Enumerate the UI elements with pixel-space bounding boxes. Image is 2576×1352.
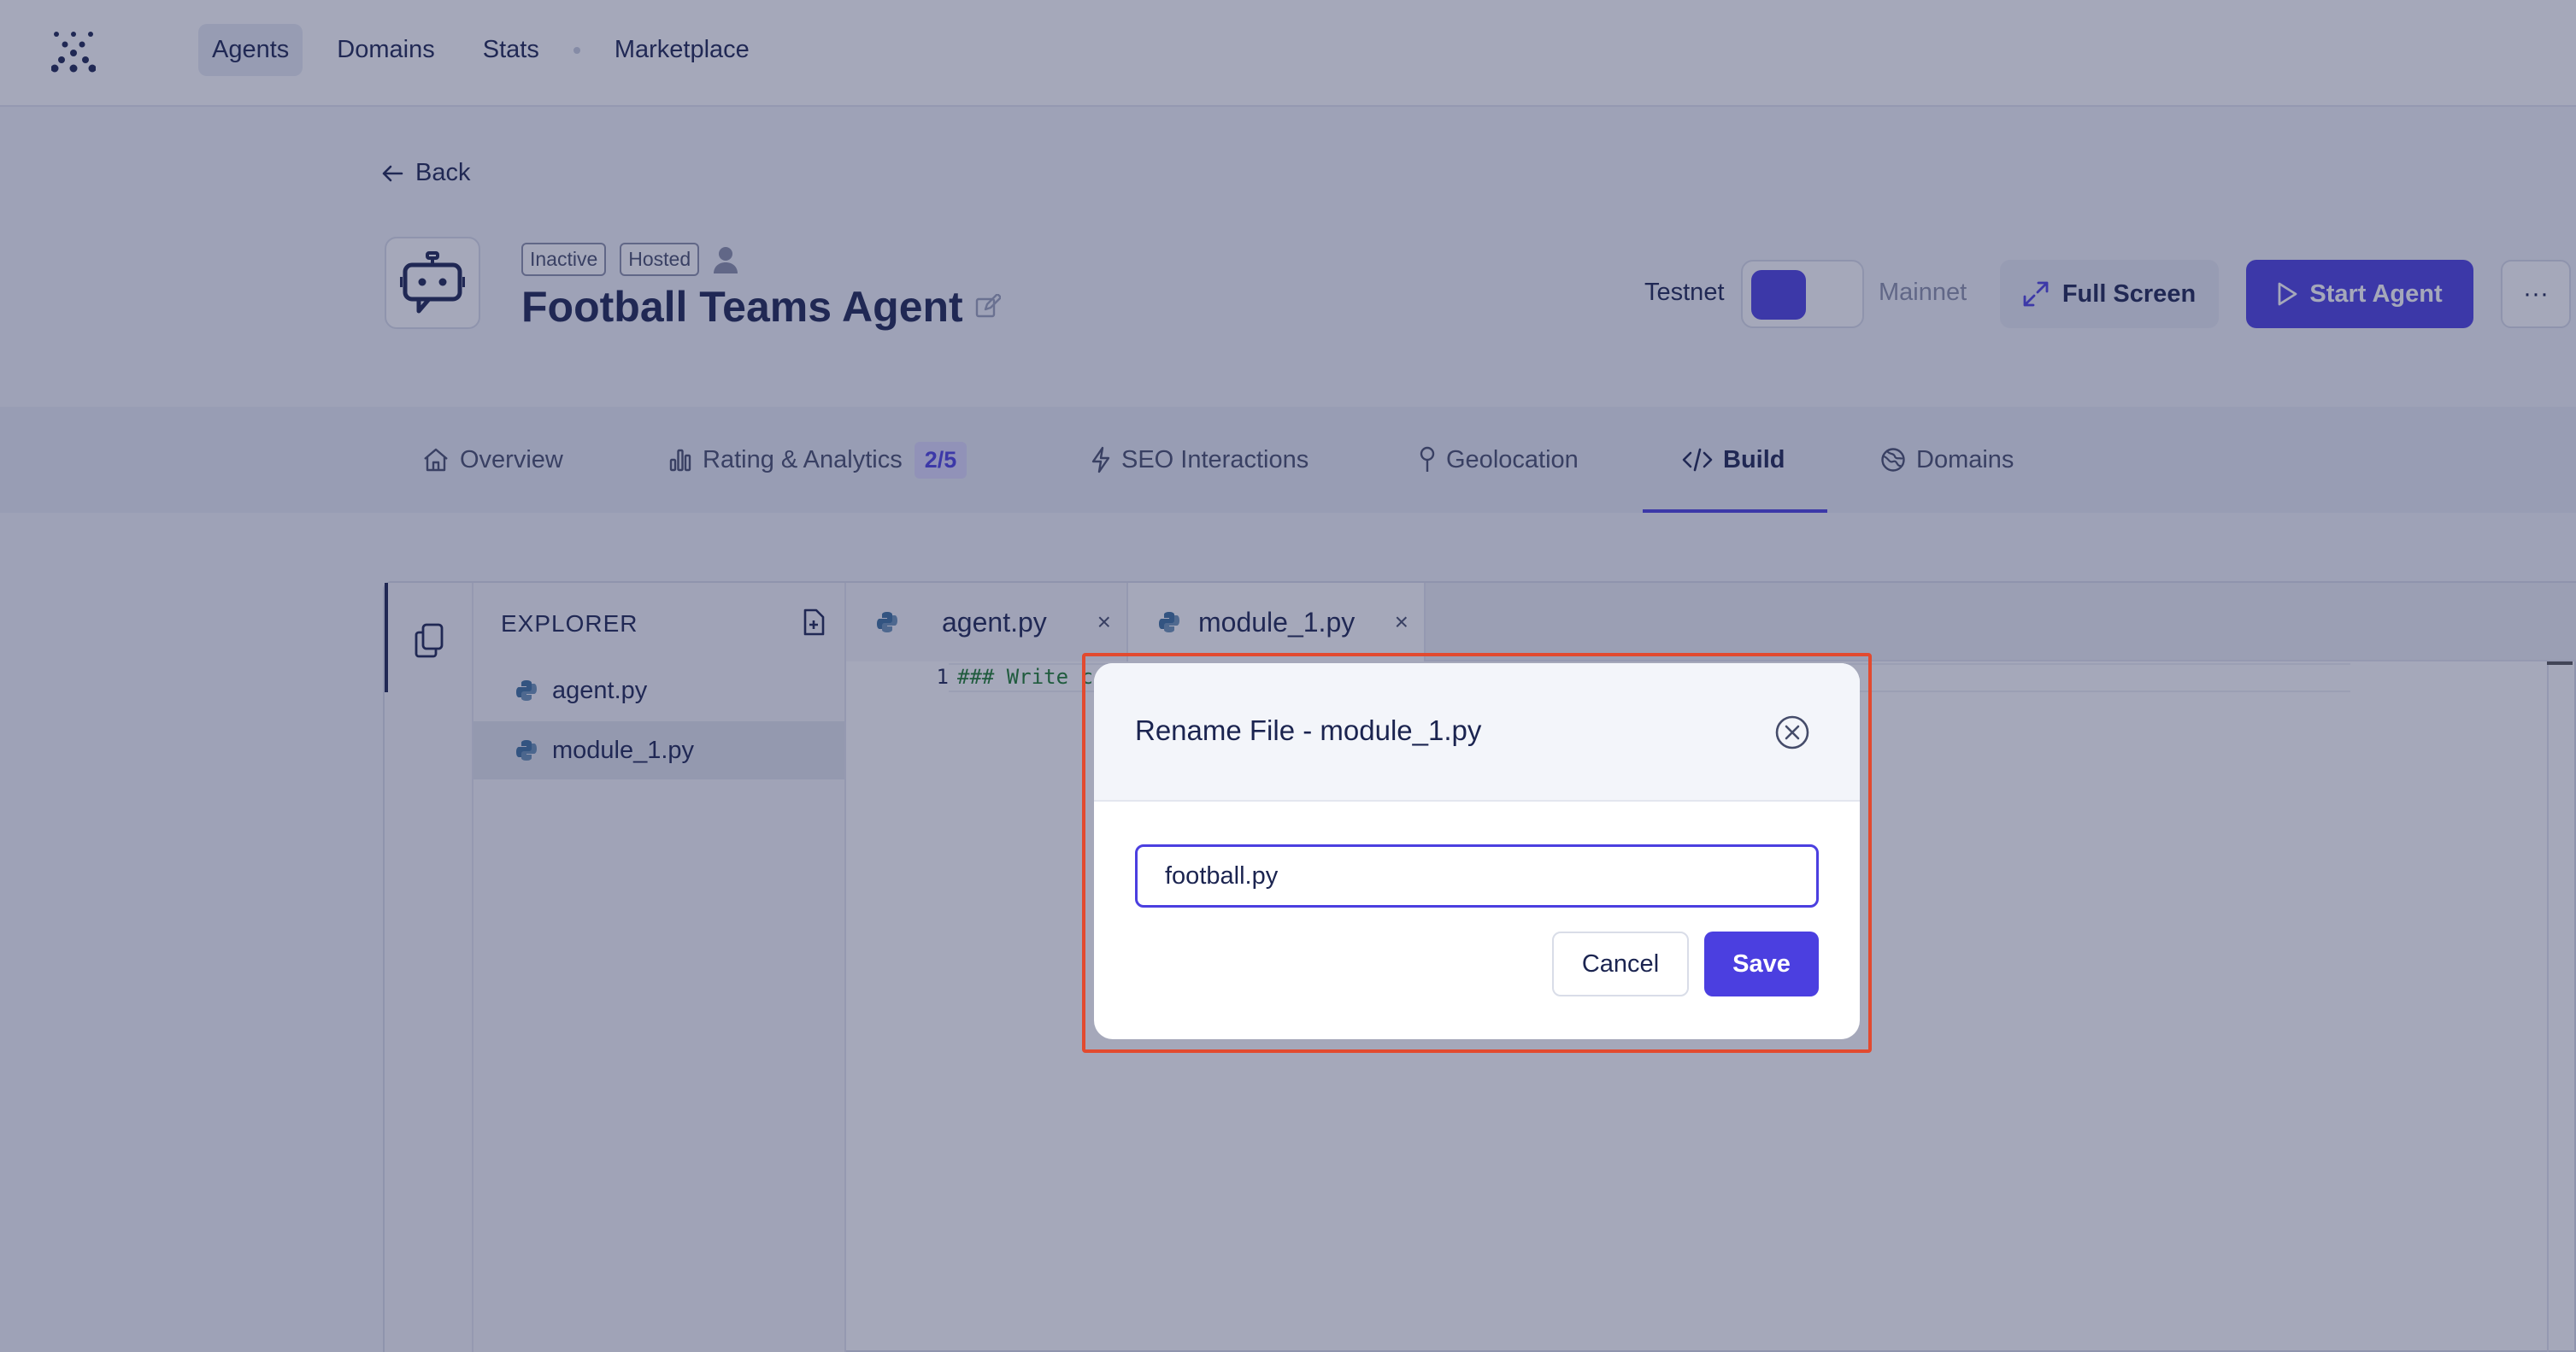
cancel-button[interactable]: Cancel: [1552, 932, 1689, 996]
save-button[interactable]: Save: [1704, 932, 1819, 996]
dialog-header: Rename File - module_1.py: [1094, 663, 1860, 802]
rename-file-dialog: Rename File - module_1.py Cancel Save: [1094, 663, 1860, 1039]
page: Agents Domains Stats Marketplace Back In…: [0, 0, 2576, 1352]
dialog-title: Rename File - module_1.py: [1135, 714, 1482, 746]
rename-file-input[interactable]: [1135, 844, 1819, 908]
close-icon[interactable]: [1773, 713, 1812, 752]
